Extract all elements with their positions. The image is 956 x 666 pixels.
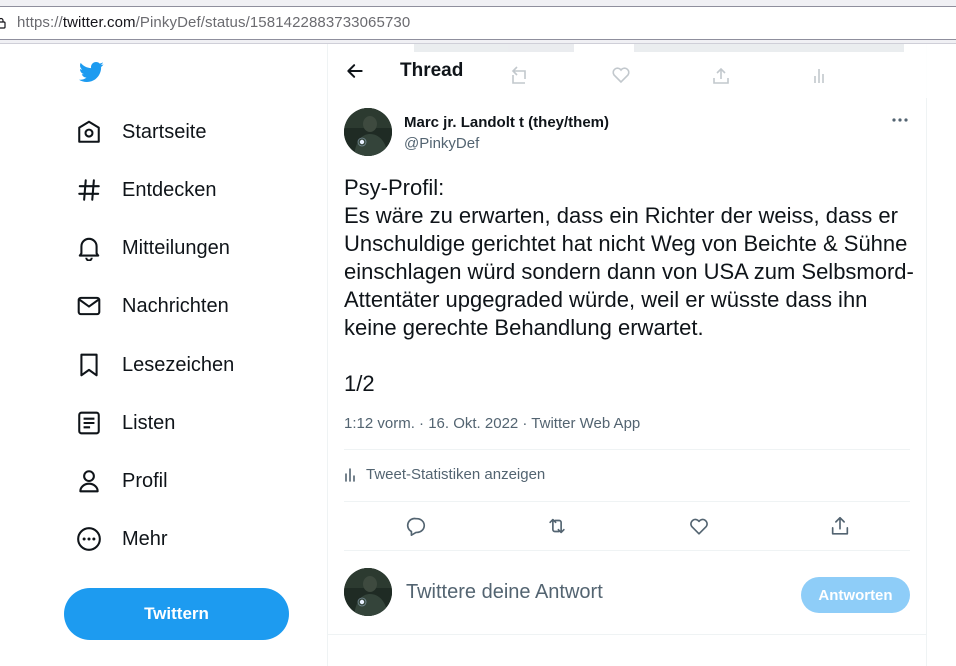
sidebar-item-label: Startseite bbox=[122, 120, 207, 143]
tweet-author: Marc jr. Landolt t (they/them) @PinkyDef bbox=[344, 108, 914, 158]
url-host: twitter.com bbox=[62, 14, 136, 31]
sidebar-item-profil[interactable]: Profil bbox=[64, 457, 180, 505]
retweet-button[interactable] bbox=[545, 514, 569, 538]
author-handle[interactable]: @PinkyDef bbox=[404, 135, 479, 152]
retweet-icon bbox=[549, 518, 565, 534]
twitter-logo-icon[interactable] bbox=[76, 59, 106, 85]
reply-button[interactable] bbox=[404, 514, 428, 538]
thread-header: Thread bbox=[328, 44, 927, 98]
tweet-button[interactable]: Twittern bbox=[64, 588, 289, 640]
mail-icon bbox=[76, 293, 102, 319]
url-prefix: https:// bbox=[17, 14, 63, 31]
main-column: Thread Marc jr. Landolt t (they/them) @P… bbox=[327, 44, 927, 666]
list-icon bbox=[76, 410, 102, 436]
home-icon bbox=[76, 119, 102, 145]
reply-icon bbox=[406, 517, 426, 536]
sidebar-item-label: Listen bbox=[122, 411, 176, 434]
hashtag-icon bbox=[76, 177, 102, 203]
sidebar-item-label: Mitteilungen bbox=[122, 236, 230, 259]
url-path: /PinkyDef/status/1581422883733065730 bbox=[135, 14, 411, 31]
sidebar-item-mitteilungen[interactable]: Mitteilungen bbox=[64, 224, 242, 272]
tweet-text: Psy-Profil: Es wäre zu erwarten, dass ei… bbox=[344, 175, 914, 396]
sidebar-item-label: Entdecken bbox=[122, 178, 217, 201]
more-horizontal-icon bbox=[892, 118, 908, 122]
reply-input[interactable] bbox=[406, 581, 786, 604]
sidebar-item-label: Nachrichten bbox=[122, 294, 229, 317]
back-button[interactable] bbox=[342, 58, 368, 84]
share-button[interactable] bbox=[828, 514, 852, 538]
sidebar-item-mehr[interactable]: Mehr bbox=[64, 515, 180, 563]
sidebar-item-nachrichten[interactable]: Nachrichten bbox=[64, 282, 241, 330]
sidebar-item-entdecken[interactable]: Entdecken bbox=[64, 166, 229, 214]
like-button[interactable] bbox=[687, 514, 711, 538]
divider bbox=[344, 449, 910, 450]
divider bbox=[344, 550, 910, 551]
lock-icon bbox=[0, 17, 6, 29]
heart-icon bbox=[690, 518, 708, 535]
more-circle-icon bbox=[76, 526, 102, 552]
avatar[interactable] bbox=[344, 108, 392, 156]
page-title: Thread bbox=[400, 60, 464, 81]
browser-url-bar: https://twitter.com/PinkyDef/status/1581… bbox=[0, 0, 956, 44]
person-icon bbox=[76, 468, 102, 494]
tweet-timestamp[interactable]: 1:12 vorm. · 16. Okt. 2022 · Twitter Web… bbox=[344, 415, 640, 432]
share-icon bbox=[831, 516, 849, 535]
more-options-button[interactable] bbox=[886, 110, 914, 130]
tweet-actions bbox=[344, 501, 910, 551]
sidebar-item-label: Profil bbox=[122, 469, 168, 492]
bookmark-icon bbox=[76, 352, 102, 378]
sidebar-item-label: Mehr bbox=[122, 527, 168, 550]
scrolled-content-ghost bbox=[408, 44, 908, 54]
reply-submit-button[interactable]: Antworten bbox=[801, 577, 910, 613]
analytics-icon bbox=[344, 467, 360, 483]
arrow-left-icon bbox=[347, 64, 363, 78]
sidebar: Startseite Entdecken Mitteilungen Nachri… bbox=[0, 44, 328, 666]
sidebar-item-lesezeichen[interactable]: Lesezeichen bbox=[64, 341, 246, 389]
reply-composer: Antworten bbox=[344, 568, 910, 618]
avatar-image bbox=[344, 108, 392, 156]
sidebar-item-label: Lesezeichen bbox=[122, 353, 235, 376]
sidebar-item-listen[interactable]: Listen bbox=[64, 399, 187, 447]
tweet-stats-link[interactable]: Tweet-Statistiken anzeigen bbox=[344, 466, 545, 483]
tweet-stats-label: Tweet-Statistiken anzeigen bbox=[366, 466, 546, 483]
divider bbox=[328, 634, 927, 635]
bell-icon bbox=[76, 235, 102, 261]
avatar[interactable] bbox=[344, 568, 392, 616]
address-url[interactable]: https://twitter.com/PinkyDef/status/1581… bbox=[17, 14, 410, 31]
author-name[interactable]: Marc jr. Landolt t (they/them) bbox=[404, 114, 609, 131]
sidebar-item-startseite[interactable]: Startseite bbox=[64, 108, 218, 156]
avatar-image bbox=[344, 568, 392, 616]
